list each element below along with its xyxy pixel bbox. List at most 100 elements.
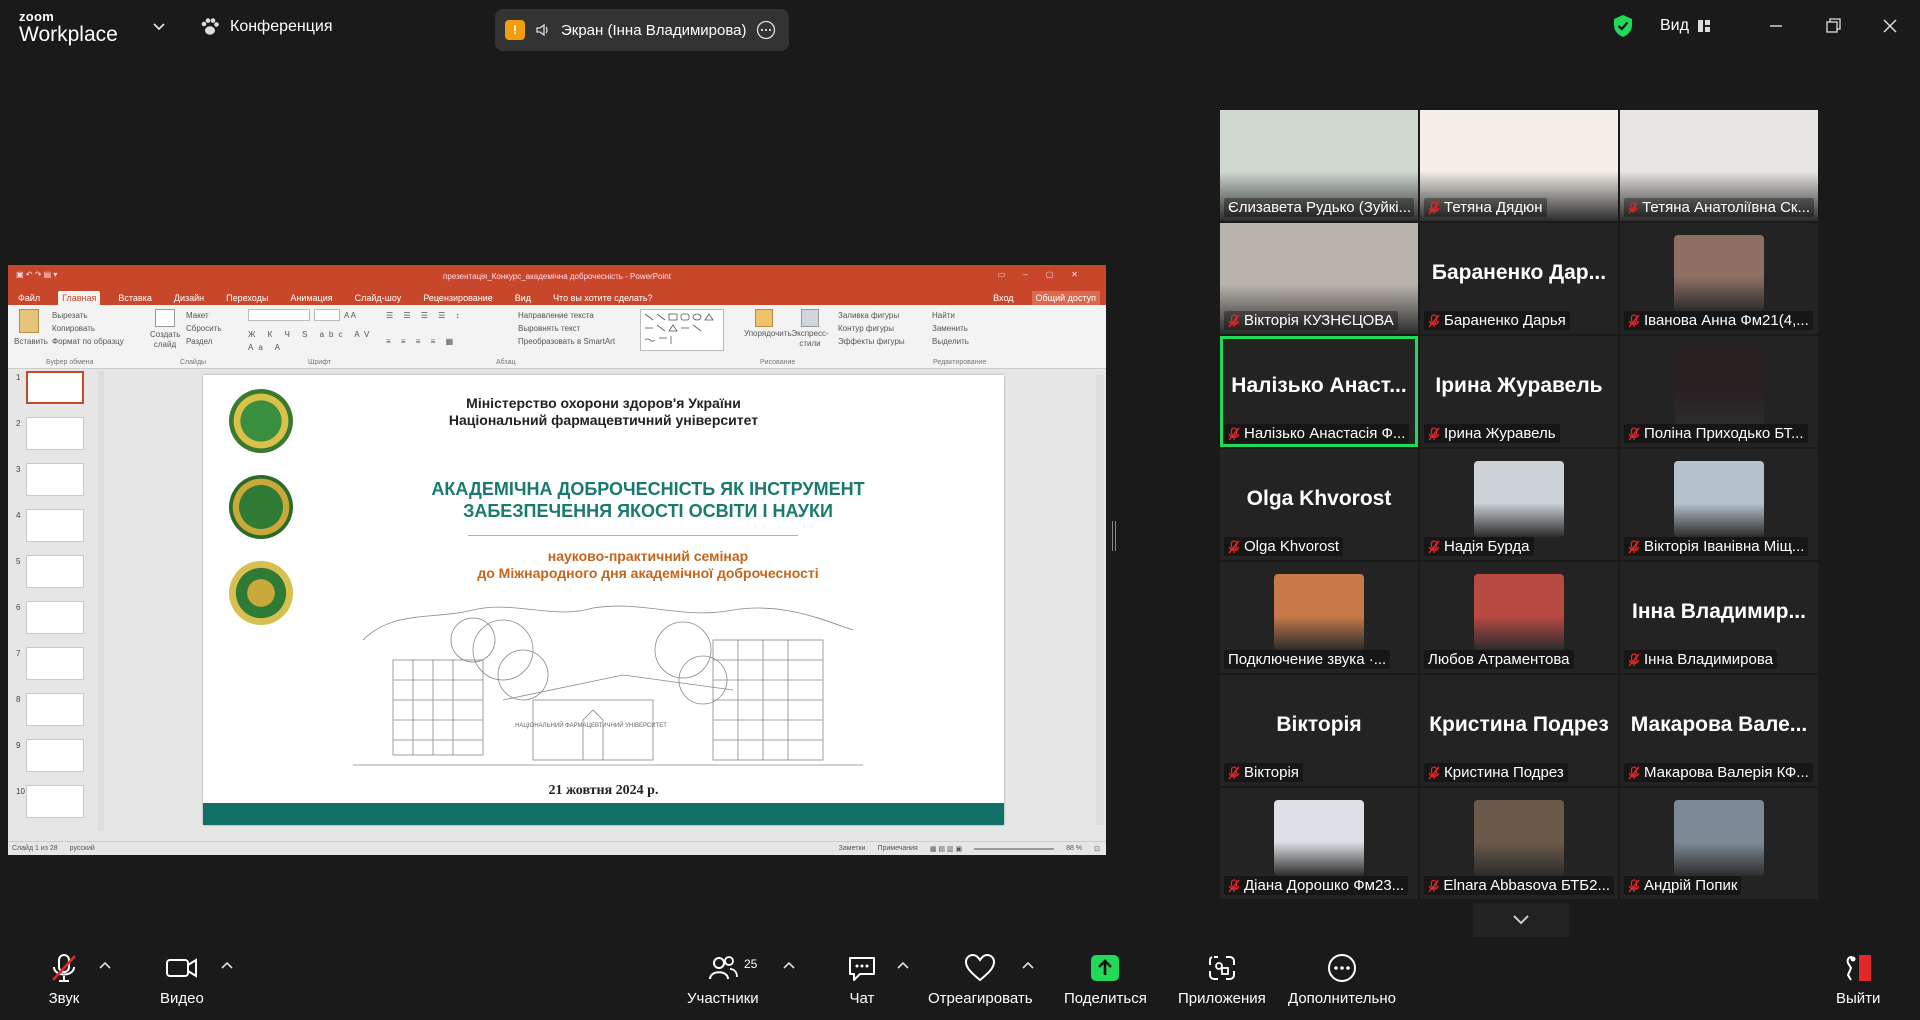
layout-button[interactable]: Макет xyxy=(186,309,222,322)
slide-thumbnail[interactable] xyxy=(26,647,84,680)
chat-caret-icon[interactable] xyxy=(897,961,909,969)
zoom-level[interactable]: 88 % xyxy=(1066,845,1082,852)
slide-thumbnail[interactable] xyxy=(26,417,84,450)
quick-styles-button[interactable]: Экспресс-стили xyxy=(790,309,830,349)
participant-tile[interactable]: Любов Атраментова xyxy=(1420,562,1618,673)
tell-me-box[interactable]: Что вы хотите сделать? xyxy=(549,291,657,305)
participant-tile[interactable]: Андрій Попик xyxy=(1620,788,1818,899)
slide-thumbnail[interactable] xyxy=(26,509,84,542)
share-screen-button[interactable]: Поделиться xyxy=(1064,953,1147,1007)
slide-scrollbar[interactable] xyxy=(1096,375,1104,825)
view-buttons[interactable]: ▦ ▤ ▥ ▣ xyxy=(930,845,962,853)
fit-slide-icon[interactable]: ⊡ xyxy=(1094,845,1100,853)
new-slide-button[interactable]: Создать слайд xyxy=(150,309,180,350)
paragraph-controls[interactable]: ☰ ☰ ☰ ☰ ↕ ≡ ≡ ≡ ≡ ▦ xyxy=(386,309,506,348)
font-grow-icon[interactable]: A A xyxy=(344,309,356,322)
shape-outline-button[interactable]: Контур фигуры xyxy=(838,322,905,335)
signin-link[interactable]: Вход xyxy=(989,291,1017,305)
react-button[interactable]: Отреагировать xyxy=(928,953,1033,1007)
tab-animation[interactable]: Анимация xyxy=(286,291,336,305)
slide-thumbnail[interactable] xyxy=(26,463,84,496)
more-button[interactable]: Дополнительно xyxy=(1288,953,1396,1007)
participant-tile[interactable]: Тетяна Анатоліївна Ск... xyxy=(1620,110,1818,221)
reset-button[interactable]: Сбросить xyxy=(186,322,222,335)
language-indicator[interactable]: русский xyxy=(70,845,95,852)
smartart-button[interactable]: Преобразовать в SmartArt xyxy=(518,335,615,348)
participant-tile[interactable]: Elnara Abbasova БТБ2... xyxy=(1420,788,1618,899)
view-menu-button[interactable]: Вид xyxy=(1660,17,1711,35)
copy-button[interactable]: Копировать xyxy=(52,322,124,335)
slide-thumbnail[interactable] xyxy=(26,601,84,634)
participant-tile[interactable]: Макарова Вале... Макарова Валерія КФ... xyxy=(1620,675,1818,786)
ppt-share-button[interactable]: Общий доступ xyxy=(1031,291,1100,305)
participant-tile[interactable]: Діана Дорошко Фм23... xyxy=(1220,788,1418,899)
slide-thumbnail[interactable] xyxy=(26,555,84,588)
tab-review[interactable]: Рецензирование xyxy=(419,291,497,305)
participant-tile[interactable]: Іванова Анна Фм21(4,... xyxy=(1620,223,1818,334)
leave-button[interactable]: Выйти xyxy=(1836,953,1880,1007)
audio-options-caret-icon[interactable] xyxy=(99,961,111,969)
screen-share-pill[interactable]: ! Экран (Інна Владимирова) xyxy=(495,9,789,51)
comments-button[interactable]: Примечания xyxy=(877,845,917,852)
font-format-icons[interactable]: Ж К Ч S abc AV Aa A xyxy=(248,328,378,354)
participant-tile[interactable]: Вікторія Вікторія xyxy=(1220,675,1418,786)
find-button[interactable]: Найти xyxy=(932,309,969,322)
participant-tile[interactable]: Тетяна Дядюн xyxy=(1420,110,1618,221)
slide-thumbnail[interactable] xyxy=(26,785,84,818)
font-size-box[interactable] xyxy=(314,309,340,321)
participant-tile[interactable]: Подключение звука ·... xyxy=(1220,562,1418,673)
shape-fill-button[interactable]: Заливка фигуры xyxy=(838,309,905,322)
shapes-gallery[interactable] xyxy=(640,309,724,351)
section-button[interactable]: Раздел xyxy=(186,335,222,348)
participant-tile[interactable]: Єлизавета Рудько (Зуйкі... xyxy=(1220,110,1418,221)
select-button[interactable]: Выделить xyxy=(932,335,969,348)
replace-button[interactable]: Заменить xyxy=(932,322,969,335)
tab-home[interactable]: Главная xyxy=(58,291,101,305)
tab-transitions[interactable]: Переходы xyxy=(222,291,272,305)
audio-button[interactable]: Звук xyxy=(48,953,80,1007)
current-slide[interactable]: Міністерство охорони здоров'я України На… xyxy=(203,375,1004,825)
participant-tile[interactable]: Інна Владимир... Інна Владимирова xyxy=(1620,562,1818,673)
more-options-icon[interactable] xyxy=(756,20,776,40)
align-text-button[interactable]: Выровнять текст xyxy=(518,322,615,335)
paste-button[interactable]: Вставить xyxy=(14,309,48,348)
participant-tile[interactable]: Кристина Подрез Кристина Подрез xyxy=(1420,675,1618,786)
encryption-shield-icon[interactable] xyxy=(1612,14,1634,38)
video-options-caret-icon[interactable] xyxy=(221,961,233,969)
gallery-scroll-down-button[interactable] xyxy=(1473,903,1569,937)
text-direction-button[interactable]: Направление текста xyxy=(518,309,615,322)
tab-design[interactable]: Дизайн xyxy=(170,291,208,305)
thumbnail-scrollbar[interactable] xyxy=(98,371,104,831)
chevron-down-icon[interactable] xyxy=(152,20,166,34)
slide-thumbnail[interactable] xyxy=(26,739,84,772)
participant-tile[interactable]: Ірина Журавель Ірина Журавель xyxy=(1420,336,1618,447)
participant-tile[interactable]: Налізько Анаст... Налізько Анастасія Ф... xyxy=(1220,336,1418,447)
participant-tile[interactable]: Olga Khvorost Olga Khvorost xyxy=(1220,449,1418,560)
participant-tile[interactable]: Надія Бурда xyxy=(1420,449,1618,560)
apps-button[interactable]: Приложения xyxy=(1178,953,1266,1007)
tab-insert[interactable]: Вставка xyxy=(114,291,155,305)
participants-caret-icon[interactable] xyxy=(783,961,795,969)
meeting-info-button[interactable]: Конференция xyxy=(200,18,333,36)
zoom-slider[interactable] xyxy=(974,847,1055,850)
participant-tile[interactable]: Вікторія Іванівна Міщ... xyxy=(1620,449,1818,560)
participant-tile[interactable]: Поліна Приходько БТ... xyxy=(1620,336,1818,447)
close-icon[interactable] xyxy=(1880,16,1900,36)
speaker-icon[interactable] xyxy=(535,22,551,38)
shared-screen-powerpoint[interactable]: презентація_Конкурс_академічна доброчесн… xyxy=(8,265,1106,855)
slide-thumbnail[interactable] xyxy=(26,693,84,726)
font-name-box[interactable] xyxy=(248,309,310,321)
notes-button[interactable]: Заметки xyxy=(839,845,866,852)
slide-thumbnail[interactable] xyxy=(26,371,84,404)
react-caret-icon[interactable] xyxy=(1022,961,1034,969)
participant-tile[interactable]: Бараненко Дар... Бараненко Дарья xyxy=(1420,223,1618,334)
arrange-button[interactable]: Упорядочить xyxy=(744,309,792,339)
video-button[interactable]: Видео xyxy=(160,953,204,1007)
tab-file[interactable]: Файл xyxy=(14,291,44,305)
participant-tile[interactable]: Вікторія КУЗНЄЦОВА xyxy=(1220,223,1418,334)
shape-effects-button[interactable]: Эффекты фигуры xyxy=(838,335,905,348)
minimize-icon[interactable] xyxy=(1766,16,1786,36)
split-drag-handle[interactable] xyxy=(1112,521,1116,551)
restore-icon[interactable] xyxy=(1823,16,1843,36)
format-painter-button[interactable]: Формат по образцу xyxy=(52,335,124,348)
